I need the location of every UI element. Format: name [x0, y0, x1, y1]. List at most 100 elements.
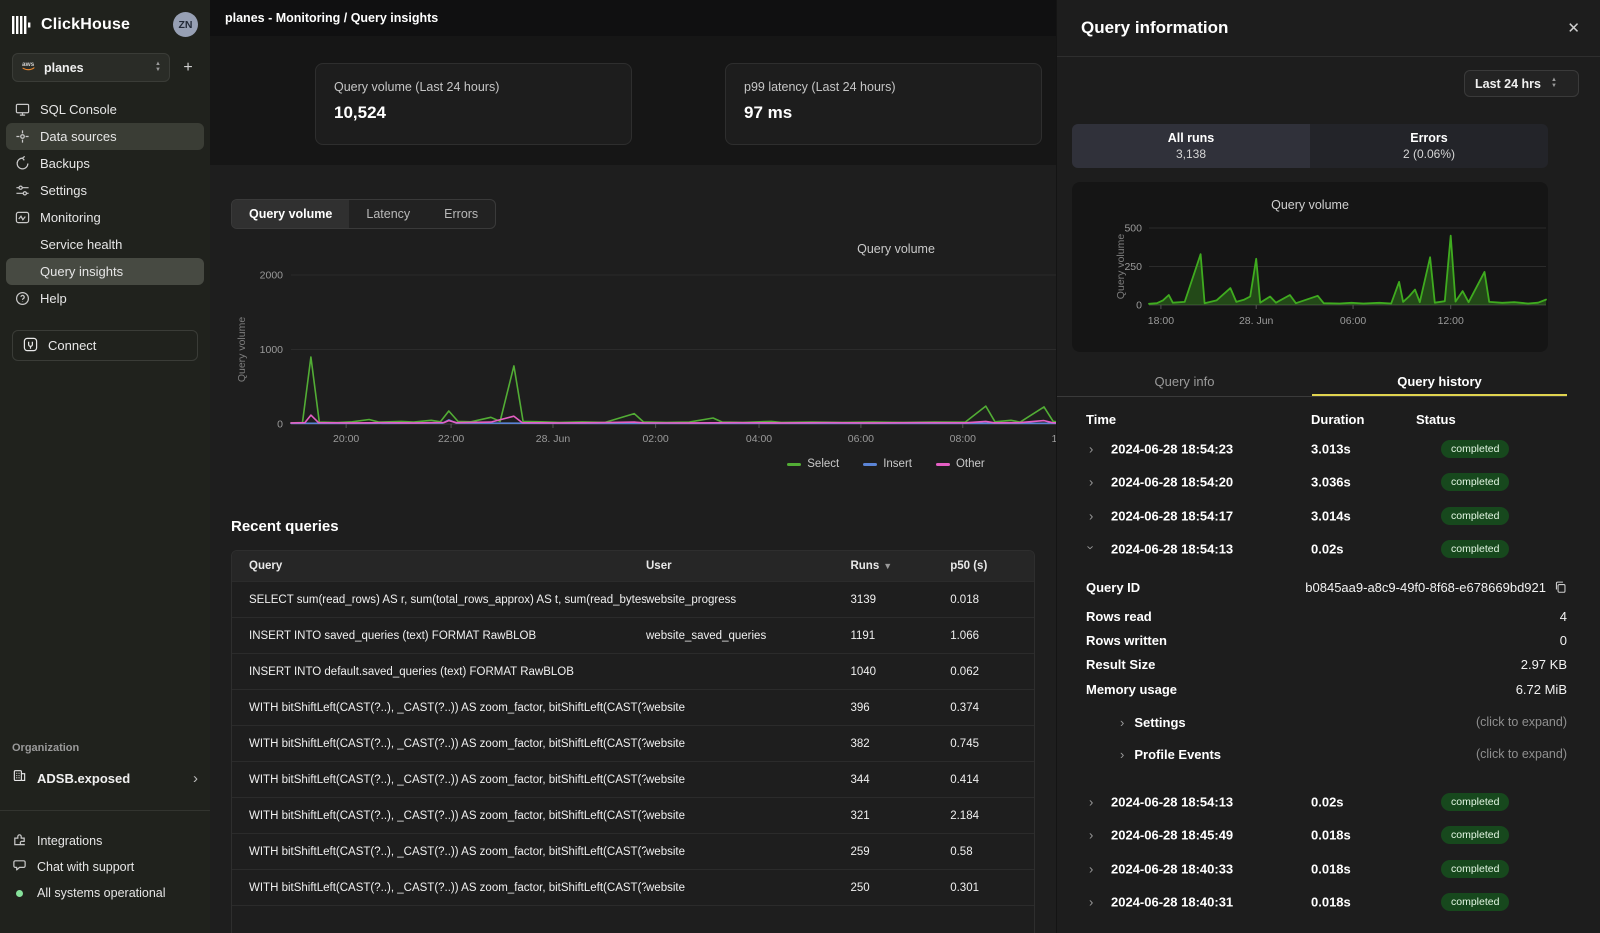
sidebar-footer: IntegrationsChat with supportAll systems… [12, 828, 198, 906]
tab-latency[interactable]: Latency [349, 200, 427, 228]
data-sources-icon [14, 129, 30, 145]
sidebar-item-settings[interactable]: Settings [6, 177, 204, 204]
history-row[interactable]: ›2024-06-28 18:54:173.014scompleted [1057, 499, 1600, 533]
column-header-time: Time [1086, 412, 1116, 427]
column-header-query[interactable]: Query [232, 560, 646, 572]
user-avatar[interactable]: ZN [173, 12, 198, 37]
chevron-right-icon[interactable]: › [1089, 794, 1093, 809]
organization-item[interactable]: ADSB.exposed › [12, 768, 198, 788]
column-header-runs[interactable]: Runs▼ [850, 560, 950, 572]
chevron-right-icon: › [193, 770, 198, 787]
history-time: 2024-06-28 18:54:13 [1111, 794, 1233, 809]
cell-query: WITH bitShiftLeft(CAST(?..), _CAST(?..))… [232, 882, 646, 894]
column-header-user[interactable]: User [646, 560, 850, 572]
connect-button[interactable]: Connect [12, 330, 198, 361]
sidebar-item-sql-console[interactable]: SQL Console [6, 96, 204, 123]
legend-item-select[interactable]: Select [787, 458, 839, 470]
organization-icon [12, 768, 27, 788]
status-badge: completed [1441, 473, 1509, 491]
status-badge: completed [1441, 860, 1509, 878]
table-row[interactable]: WITH bitShiftLeft(CAST(?..), _CAST(?..))… [232, 725, 1034, 761]
table-row[interactable]: WITH bitShiftLeft(CAST(?..), _CAST(?..))… [232, 689, 1034, 725]
history-row[interactable]: ›2024-06-28 18:54:130.02scompleted [1057, 533, 1600, 567]
panel-query-volume-chart: Query volume 0250500Query volume18:0028.… [1072, 182, 1548, 352]
settings-expand-row[interactable]: › Settings (click to expand) [1086, 712, 1567, 732]
history-row[interactable]: ›2024-06-28 18:54:203.036scompleted [1057, 466, 1600, 500]
chevron-right-icon[interactable]: › [1089, 475, 1093, 490]
chevron-right-icon[interactable]: › [1089, 895, 1093, 910]
memory-usage-value: 6.72 MiB [1516, 682, 1567, 697]
sidebar-item-label: Query insights [40, 264, 123, 279]
tab-query-history[interactable]: Query history [1312, 370, 1567, 396]
time-range-select[interactable]: Last 24 hrs ▲▼ [1464, 70, 1579, 97]
table-row-partial[interactable] [232, 905, 1034, 933]
footer-item-integrations[interactable]: Integrations [12, 828, 198, 854]
chevron-right-icon[interactable]: › [1089, 441, 1093, 456]
history-duration: 0.02s [1311, 542, 1344, 557]
sidebar-item-backups[interactable]: Backups [6, 150, 204, 177]
service-selector[interactable]: aws planes ▲▼ [12, 53, 170, 82]
table-row[interactable]: WITH bitShiftLeft(CAST(?..), _CAST(?..))… [232, 761, 1034, 797]
app-logo-text: ClickHouse [41, 16, 164, 34]
tab-query-volume[interactable]: Query volume [232, 200, 349, 228]
organization-section-label: Organization [12, 742, 198, 754]
history-row[interactable]: ›2024-06-28 18:54:233.013scompleted [1057, 432, 1600, 466]
close-icon[interactable]: ✕ [1567, 19, 1580, 37]
query-id-label: Query ID [1086, 580, 1140, 595]
status-badge: completed [1441, 793, 1509, 811]
all-runs-tab[interactable]: All runs 3,138 [1072, 124, 1310, 168]
history-row[interactable]: ›2024-06-28 18:40:330.018scompleted [1057, 852, 1600, 886]
sidebar-item-label: Backups [40, 156, 90, 171]
footer-item-all-systems-operational[interactable]: All systems operational [12, 880, 198, 906]
query-details: Query ID b0845aa9-a8c9-49f0-8f68-e678669… [1057, 564, 1600, 780]
history-time: 2024-06-28 18:54:17 [1111, 508, 1233, 523]
sidebar-item-help[interactable]: Help [6, 285, 204, 312]
chevron-right-icon[interactable]: › [1089, 828, 1093, 843]
status-badge: completed [1441, 507, 1509, 525]
history-duration: 0.018s [1311, 895, 1351, 910]
sidebar-item-service-health[interactable]: Service health [6, 231, 204, 258]
copy-icon[interactable] [1554, 580, 1567, 594]
legend-item-other[interactable]: Other [936, 458, 985, 470]
column-header-p50[interactable]: p50 (s) [950, 560, 1034, 572]
table-row[interactable]: WITH bitShiftLeft(CAST(?..), _CAST(?..))… [232, 869, 1034, 905]
sidebar-item-monitoring[interactable]: Monitoring [6, 204, 204, 231]
table-row[interactable]: INSERT INTO default.saved_queries (text)… [232, 653, 1034, 689]
aws-icon: aws [21, 59, 36, 77]
history-time: 2024-06-28 18:40:31 [1111, 895, 1233, 910]
legend-item-insert[interactable]: Insert [863, 458, 912, 470]
cell-user: website_saved_queries [646, 630, 850, 642]
chevron-right-icon[interactable]: › [1089, 861, 1093, 876]
history-duration: 0.018s [1311, 861, 1351, 876]
time-range-value: Last 24 hrs [1475, 77, 1541, 91]
table-row[interactable]: INSERT INTO saved_queries (text) FORMAT … [232, 617, 1034, 653]
cell-user: website [646, 774, 850, 786]
profile-events-expand-row[interactable]: › Profile Events (click to expand) [1086, 744, 1567, 764]
table-row[interactable]: SELECT sum(read_rows) AS r, sum(total_ro… [232, 581, 1034, 617]
p99-latency-card-title: p99 latency (Last 24 hours) [744, 80, 1023, 94]
svg-text:0: 0 [1136, 300, 1142, 312]
chart-tabs: Query volume Latency Errors [231, 199, 496, 229]
history-row[interactable]: ›2024-06-28 18:54:130.02scompleted [1057, 785, 1600, 819]
sort-desc-icon: ▼ [883, 561, 892, 571]
tab-errors[interactable]: Errors [427, 200, 495, 228]
table-row[interactable]: WITH bitShiftLeft(CAST(?..), _CAST(?..))… [232, 833, 1034, 869]
history-time: 2024-06-28 18:54:23 [1111, 441, 1233, 456]
sidebar-item-query-insights[interactable]: Query insights [6, 258, 204, 285]
legend-label: Select [807, 458, 839, 470]
chevron-down-icon[interactable]: › [1084, 546, 1099, 550]
svg-text:04:00: 04:00 [746, 433, 772, 445]
table-row[interactable]: WITH bitShiftLeft(CAST(?..), _CAST(?..))… [232, 797, 1034, 833]
add-service-button[interactable]: + [178, 59, 198, 77]
cell-runs: 259 [850, 846, 950, 858]
footer-item-chat-with-support[interactable]: Chat with support [12, 854, 198, 880]
cell-query: SELECT sum(read_rows) AS r, sum(total_ro… [232, 594, 646, 606]
chevron-right-icon[interactable]: › [1089, 508, 1093, 523]
result-size-label: Result Size [1086, 657, 1155, 672]
sidebar-item-data-sources[interactable]: Data sources [6, 123, 204, 150]
history-row[interactable]: ›2024-06-28 18:40:310.018scompleted [1057, 886, 1600, 920]
errors-tab[interactable]: Errors 2 (0.06%) [1310, 124, 1548, 168]
query-id-value: b0845aa9-a8c9-49f0-8f68-e678669bd921 [1305, 580, 1546, 595]
tab-query-info[interactable]: Query info [1057, 370, 1312, 396]
history-row[interactable]: ›2024-06-28 18:45:490.018scompleted [1057, 819, 1600, 853]
